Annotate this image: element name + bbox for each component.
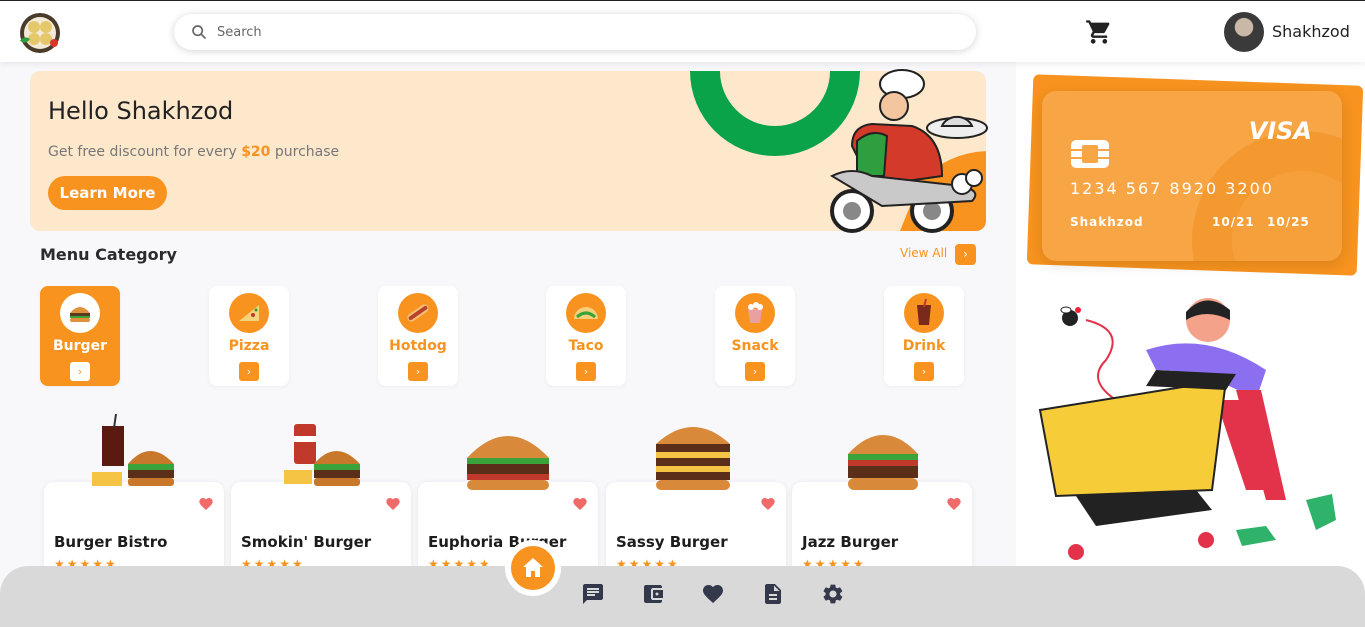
category-label: Pizza bbox=[228, 338, 270, 354]
menu-category-title: Menu Category bbox=[40, 245, 177, 264]
burger-icon bbox=[60, 293, 100, 333]
chat-icon[interactable] bbox=[581, 582, 605, 606]
category-snack[interactable]: Snack › bbox=[715, 286, 795, 386]
category-drink[interactable]: Drink › bbox=[884, 286, 964, 386]
card-date-to: 10/25 bbox=[1267, 215, 1310, 229]
view-all-link[interactable]: View All bbox=[900, 246, 947, 260]
category-pizza[interactable]: Pizza › bbox=[209, 286, 289, 386]
burger-cola-image bbox=[284, 424, 360, 486]
cart-icon[interactable] bbox=[1085, 18, 1113, 46]
wallet-icon[interactable] bbox=[641, 582, 665, 606]
heart-icon[interactable] bbox=[572, 496, 588, 512]
product-name: Jazz Burger bbox=[802, 533, 899, 551]
heart-icon[interactable] bbox=[701, 582, 725, 606]
category-label: Burger bbox=[53, 338, 107, 354]
bottom-navigation bbox=[0, 566, 1365, 627]
chevron-right-icon[interactable]: › bbox=[239, 362, 259, 381]
search-bar[interactable] bbox=[174, 14, 976, 50]
category-label: Snack bbox=[731, 338, 779, 354]
home-icon bbox=[523, 558, 543, 577]
hero-subtitle-prefix: Get free discount for every bbox=[48, 144, 237, 160]
taco-icon bbox=[566, 293, 606, 333]
category-hotdog[interactable]: Hotdog › bbox=[378, 286, 458, 386]
drink-icon bbox=[904, 293, 944, 333]
chip-icon bbox=[1071, 140, 1109, 168]
category-label: Hotdog bbox=[389, 338, 447, 354]
hero-title: Hello Shakhzod bbox=[48, 97, 234, 125]
avatar[interactable] bbox=[1224, 12, 1264, 52]
sassy-burger-image bbox=[656, 427, 730, 490]
heart-icon[interactable] bbox=[198, 496, 214, 512]
chevron-right-icon[interactable]: › bbox=[408, 362, 428, 381]
chevron-right-icon[interactable]: › bbox=[70, 362, 90, 381]
product-name: Sassy Burger bbox=[616, 533, 728, 551]
shopping-cart-illustration bbox=[1038, 298, 1336, 560]
hotdog-icon bbox=[398, 293, 438, 333]
pizza-icon bbox=[229, 293, 269, 333]
chevron-right-icon[interactable]: › bbox=[576, 362, 596, 381]
settings-icon[interactable] bbox=[821, 582, 845, 606]
product-name: Burger Bistro bbox=[54, 533, 168, 551]
learn-more-button[interactable]: Learn More bbox=[48, 176, 167, 210]
snack-icon bbox=[735, 293, 775, 333]
hero-subtitle: Get free discount for every $20 purchase bbox=[48, 144, 339, 160]
category-label: Taco bbox=[568, 338, 604, 354]
username[interactable]: Shakhzod bbox=[1272, 22, 1350, 41]
chevron-right-icon[interactable]: › bbox=[914, 362, 934, 381]
category-label: Drink bbox=[902, 338, 946, 354]
card-date-from: 10/21 bbox=[1212, 215, 1255, 229]
heart-icon[interactable] bbox=[760, 496, 776, 512]
search-icon bbox=[192, 25, 206, 39]
euphoria-burger-image bbox=[467, 436, 549, 490]
jazz-burger-image bbox=[848, 435, 918, 490]
heart-icon[interactable] bbox=[946, 496, 962, 512]
home-button[interactable] bbox=[505, 540, 561, 596]
burger-combo-image bbox=[92, 414, 174, 486]
top-bar: Shakhzod bbox=[0, 0, 1365, 62]
chevron-right-icon[interactable]: › bbox=[745, 362, 765, 381]
category-taco[interactable]: Taco › bbox=[546, 286, 626, 386]
category-burger[interactable]: Burger › bbox=[40, 286, 120, 386]
hero-subtitle-amount: $20 bbox=[241, 144, 271, 160]
visa-logo: VISA bbox=[1248, 117, 1312, 145]
card-holder: Shakhzod bbox=[1070, 215, 1144, 229]
main-content: Hello Shakhzod Get free discount for eve… bbox=[0, 62, 1016, 627]
view-all-arrow-icon[interactable]: › bbox=[955, 244, 976, 265]
delivery-chef-illustration bbox=[829, 69, 988, 233]
document-icon[interactable] bbox=[761, 582, 785, 606]
card-number: 1234 567 8920 3200 bbox=[1070, 179, 1274, 198]
payment-card[interactable]: VISA 1234 567 8920 3200 Shakhzod 10/21 1… bbox=[1042, 91, 1342, 261]
hero-subtitle-suffix: purchase bbox=[274, 144, 340, 160]
logo-icon[interactable] bbox=[16, 11, 62, 55]
search-input[interactable] bbox=[217, 24, 917, 40]
product-name: Smokin' Burger bbox=[241, 533, 372, 551]
